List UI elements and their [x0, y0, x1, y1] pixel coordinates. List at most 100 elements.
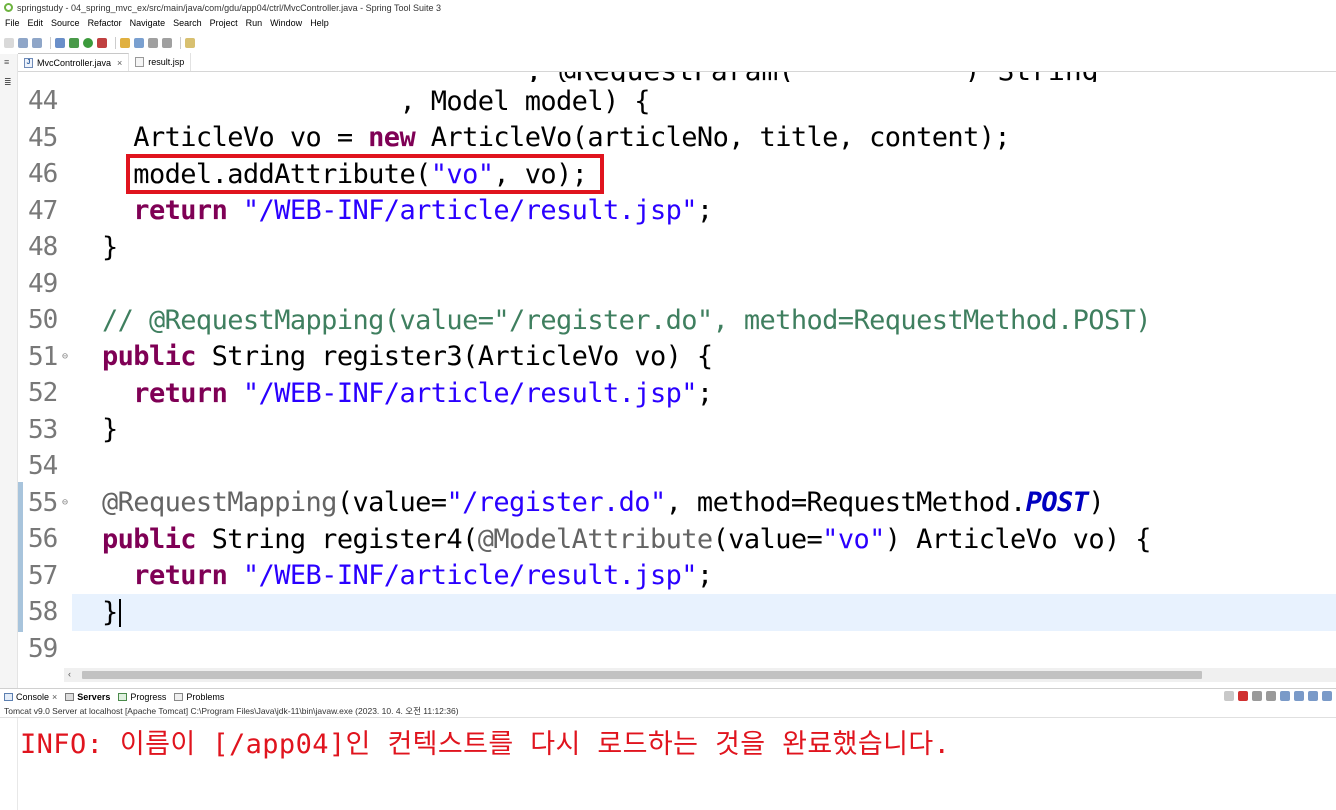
- console-log-line: INFO: 이름이 [/app04]인 컨텍스트를 다시 로드하는 것을 완료했…: [20, 729, 951, 760]
- tab-label: Progress: [130, 691, 167, 702]
- line-number: 57: [28, 560, 58, 591]
- code-text: public String register4(@ModelAttribute(…: [102, 523, 1152, 555]
- line-number: 46: [28, 159, 58, 190]
- horizontal-scrollbar[interactable]: ‹: [64, 668, 1336, 682]
- code-editor[interactable]: , @RequestParam( ) String 44 , Model mod…: [18, 72, 1336, 668]
- scrollbar-thumb[interactable]: [82, 671, 1202, 679]
- code-line-52: 52 return "/WEB-INF/article/result.jsp";: [18, 375, 1336, 412]
- menu-file[interactable]: File: [5, 18, 20, 28]
- menu-help[interactable]: Help: [310, 18, 329, 28]
- external-tools-icon[interactable]: [97, 37, 107, 48]
- text-cursor: [118, 599, 121, 628]
- menu-search[interactable]: Search: [173, 18, 202, 28]
- word-wrap-icon[interactable]: [1294, 691, 1304, 701]
- line-number: 53: [28, 414, 58, 445]
- code-text: return "/WEB-INF/article/result.jsp";: [102, 377, 713, 409]
- toolbar-separator: [115, 36, 116, 49]
- left-trim-strip: ≡ ≣: [0, 54, 18, 689]
- code-text: , Model model) {: [102, 85, 650, 117]
- tab-problems[interactable]: Problems: [174, 692, 224, 702]
- toolbar-separator: [50, 36, 51, 49]
- tab-label: result.jsp: [148, 57, 185, 67]
- pin-icon[interactable]: [1224, 691, 1234, 701]
- menu-bar: File Edit Source Refactor Navigate Searc…: [0, 15, 1336, 31]
- terminate-icon[interactable]: [1238, 691, 1248, 701]
- display-console-icon[interactable]: [1308, 691, 1318, 701]
- tab-label: Servers: [77, 691, 111, 702]
- line-number: 50: [28, 305, 58, 336]
- tab-label: MvcController.java: [37, 57, 112, 68]
- code-line-59: 59: [18, 631, 1336, 668]
- code-line-47: 47 return "/WEB-INF/article/result.jsp";: [18, 193, 1336, 230]
- new-icon[interactable]: [4, 37, 14, 48]
- code-text: return "/WEB-INF/article/result.jsp";: [102, 560, 713, 592]
- run-icon[interactable]: [83, 37, 93, 48]
- code-text: ArticleVo vo = new ArticleVo(articleNo, …: [102, 122, 1011, 154]
- tab-mvccontroller-java[interactable]: J MvcController.java ×: [18, 53, 130, 71]
- code-text: }: [102, 597, 121, 628]
- code-line-58: 58 }: [18, 594, 1336, 631]
- title-bar: springstudy - 04_spring_mvc_ex/src/main/…: [0, 0, 1336, 15]
- search-icon[interactable]: [120, 37, 130, 48]
- menu-run[interactable]: Run: [246, 18, 263, 28]
- open-type-icon[interactable]: [134, 37, 144, 48]
- restore-icon[interactable]: ≡: [4, 58, 13, 67]
- save-icon[interactable]: [18, 37, 28, 48]
- menu-edit[interactable]: Edit: [28, 18, 44, 28]
- servers-icon: [65, 692, 75, 701]
- fold-collapse-icon[interactable]: ⊖: [62, 351, 68, 362]
- line-number: 58: [28, 597, 58, 628]
- tab-progress[interactable]: Progress: [118, 692, 166, 702]
- code-line-56: 56 public String register4(@ModelAttribu…: [18, 521, 1336, 558]
- remove-launch-icon[interactable]: [1252, 691, 1262, 701]
- menu-navigate[interactable]: Navigate: [130, 18, 166, 28]
- code-line-49: 49: [18, 266, 1336, 303]
- back-icon[interactable]: [148, 37, 158, 48]
- jsp-file-icon: [135, 57, 145, 67]
- console-output[interactable]: INFO: 이름이 [/app04]인 컨텍스트를 다시 로드하는 것을 완료했…: [0, 717, 1336, 810]
- console-actions: [1220, 691, 1332, 701]
- close-icon[interactable]: ×: [52, 692, 57, 702]
- forward-icon[interactable]: [162, 37, 172, 48]
- print-icon[interactable]: [55, 37, 65, 48]
- open-console-icon[interactable]: [1322, 691, 1332, 701]
- console-process-description: Tomcat v9.0 Server at localhost [Apache …: [4, 705, 459, 716]
- close-icon[interactable]: ×: [117, 58, 122, 68]
- tab-result-jsp[interactable]: result.jsp: [129, 53, 192, 71]
- line-number: 44: [28, 86, 58, 117]
- outline-icon[interactable]: ≣: [4, 78, 13, 87]
- code-text: return "/WEB-INF/article/result.jsp";: [102, 195, 713, 227]
- tab-label: Problems: [186, 691, 225, 702]
- code-line-45: 45 ArticleVo vo = new ArticleVo(articleN…: [18, 120, 1336, 157]
- code-line-53: 53 }: [18, 412, 1336, 449]
- line-number: 49: [28, 268, 58, 299]
- editor-tab-bar: J MvcController.java × result.jsp: [18, 53, 1336, 72]
- code-comment: // @RequestMapping(value="/register.do",…: [102, 304, 1152, 336]
- fold-collapse-icon[interactable]: ⊖: [62, 497, 68, 508]
- console-tab-bar: Console × Servers Progress Problems: [0, 688, 1336, 704]
- code-line-51: 51 ⊖ public String register3(ArticleVo v…: [18, 339, 1336, 376]
- scroll-left-icon[interactable]: ‹: [68, 669, 71, 679]
- save-all-icon[interactable]: [32, 37, 42, 48]
- menu-refactor[interactable]: Refactor: [88, 18, 122, 28]
- debug-icon[interactable]: [69, 37, 79, 48]
- scroll-lock-icon[interactable]: [1280, 691, 1290, 701]
- window-title: springstudy - 04_spring_mvc_ex/src/main/…: [17, 2, 442, 13]
- console-icon: [4, 692, 13, 701]
- menu-window[interactable]: Window: [270, 18, 302, 28]
- line-number: 54: [28, 451, 58, 482]
- tab-console[interactable]: Console ×: [4, 692, 57, 702]
- spring-tool-suite-icon: [4, 3, 13, 12]
- java-file-icon: J: [24, 57, 33, 68]
- toolbar-separator: [180, 36, 181, 49]
- problems-icon: [174, 692, 184, 701]
- tab-servers[interactable]: Servers: [65, 692, 110, 702]
- menu-project[interactable]: Project: [210, 18, 238, 28]
- code-text: }: [102, 414, 118, 446]
- line-number: 59: [28, 633, 58, 664]
- remove-all-icon[interactable]: [1266, 691, 1276, 701]
- menu-source[interactable]: Source: [51, 18, 80, 28]
- code-text: @RequestMapping(value="/register.do", me…: [102, 487, 1105, 519]
- perspective-icon[interactable]: [185, 37, 195, 48]
- main-toolbar: [0, 31, 1336, 54]
